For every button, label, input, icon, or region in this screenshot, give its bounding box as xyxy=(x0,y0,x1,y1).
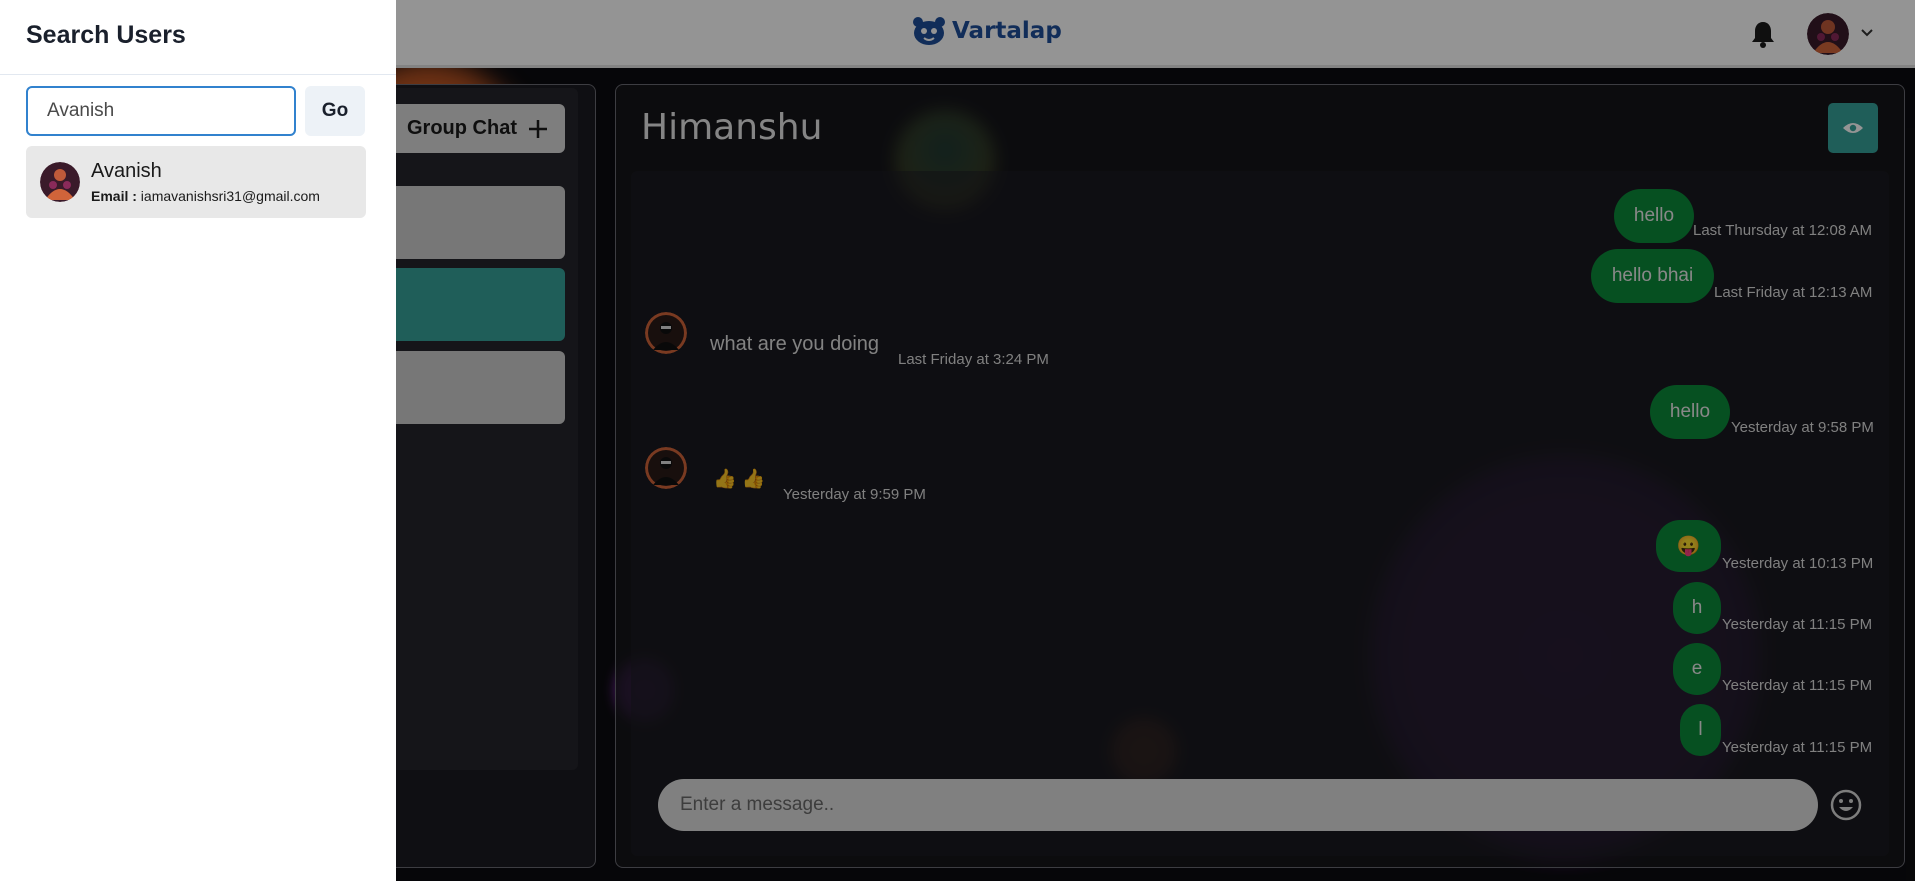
search-users-drawer: Search Users Go Avanish Email : iamavani… xyxy=(0,0,396,881)
email-label: Email : xyxy=(91,188,137,204)
search-input[interactable] xyxy=(28,88,294,134)
avatar xyxy=(40,162,80,202)
search-box xyxy=(26,86,296,136)
divider xyxy=(0,74,396,75)
search-result-item[interactable]: Avanish Email : iamavanishsri31@gmail.co… xyxy=(26,146,366,218)
result-name: Avanish xyxy=(91,160,162,182)
drawer-title: Search Users xyxy=(26,21,186,49)
go-button[interactable]: Go xyxy=(305,86,365,136)
result-email: iamavanishsri31@gmail.com xyxy=(140,188,320,204)
result-email-line: Email : iamavanishsri31@gmail.com xyxy=(91,188,320,204)
